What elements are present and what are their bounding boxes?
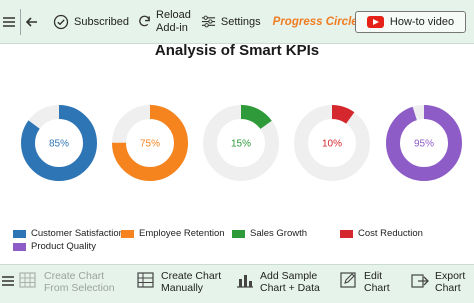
add-sample-line2: Chart + Data: [260, 282, 320, 294]
table-select-icon: [18, 270, 38, 293]
create-from-selection-line1: Create Chart: [44, 270, 105, 282]
bottom-menu-icon[interactable]: [2, 274, 14, 288]
sample-chart-icon: [235, 270, 255, 293]
edit-line2: Chart: [364, 282, 390, 294]
progress-circle-chart: 85% 75% 15% 10% 95%: [21, 105, 462, 181]
progress-circle-customer-satisfaction: 85%: [21, 105, 97, 181]
legend-item: Cost Reduction: [340, 228, 423, 239]
create-manually-line1: Create Chart: [161, 270, 222, 282]
create-chart-manually-button[interactable]: Create Chart Manually: [136, 270, 221, 294]
edit-chart-button[interactable]: Edit Chart: [339, 270, 390, 294]
create-from-selection-line2: From Selection: [44, 282, 115, 294]
add-sample-line1: Add Sample: [260, 270, 318, 282]
progress-circle-sales-growth: 15%: [203, 105, 279, 181]
bottom-toolbar: Create Chart From Selection Create Chart…: [0, 264, 474, 303]
progress-circle-cost-reduction: 10%: [294, 105, 370, 181]
progress-value-label: 75%: [140, 139, 160, 150]
legend-label: Employee Retention: [139, 228, 225, 239]
legend-label: Product Quality: [31, 241, 96, 252]
legend-label: Sales Growth: [250, 228, 308, 239]
legend-swatch: [232, 229, 245, 238]
export-line2: Chart: [435, 282, 461, 294]
legend-swatch: [13, 242, 26, 251]
edit-chart-icon: [339, 270, 359, 293]
add-sample-chart-button[interactable]: Add Sample Chart + Data: [235, 270, 320, 294]
create-manually-line2: Manually: [161, 282, 204, 294]
legend-item: Sales Growth: [232, 228, 307, 239]
progress-value-label: 95%: [414, 139, 434, 150]
legend-label: Cost Reduction: [358, 228, 423, 239]
export-line1: Export: [435, 270, 466, 282]
progress-circle-product-quality: 95%: [386, 105, 462, 181]
export-icon: [410, 270, 430, 293]
legend-swatch: [340, 229, 353, 238]
legend-item: Product Quality: [13, 241, 96, 252]
legend-swatch: [121, 229, 134, 238]
progress-value-label: 10%: [322, 139, 342, 150]
progress-value-label: 15%: [231, 139, 251, 150]
legend-item: Employee Retention: [121, 228, 225, 239]
table-edit-icon: [136, 270, 156, 293]
legend-label: Customer Satisfaction: [31, 228, 124, 239]
export-chart-button[interactable]: Export Chart: [410, 270, 465, 294]
progress-value-label: 85%: [49, 139, 69, 150]
legend-item: Customer Satisfaction: [13, 228, 124, 239]
create-chart-from-selection-button[interactable]: Create Chart From Selection: [18, 270, 115, 294]
edit-line1: Edit: [364, 270, 383, 282]
legend-swatch: [13, 229, 26, 238]
progress-circle-employee-retention: 75%: [112, 105, 188, 181]
